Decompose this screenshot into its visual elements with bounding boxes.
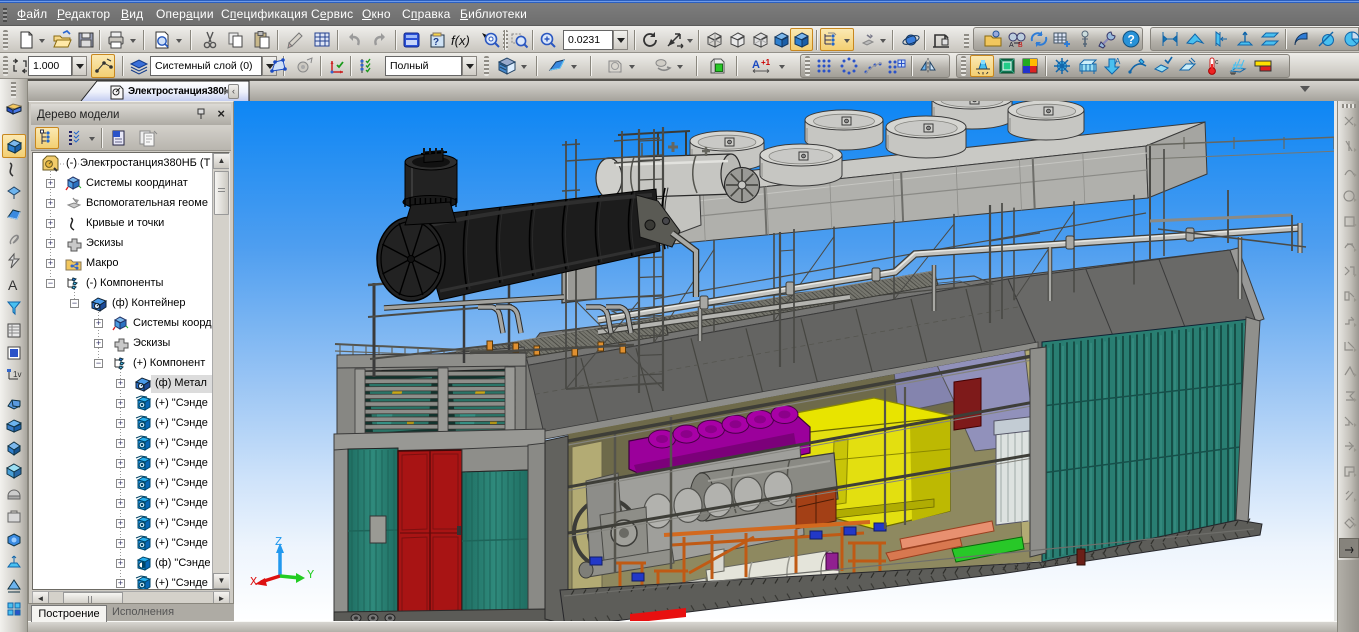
svg-text:1v: 1v bbox=[13, 370, 21, 379]
svg-text:X: X bbox=[250, 575, 257, 589]
svg-text:?: ? bbox=[433, 37, 439, 48]
svg-text:A: A bbox=[752, 59, 760, 71]
svg-text:c: c bbox=[1215, 59, 1219, 66]
svg-text:+1: +1 bbox=[761, 58, 771, 67]
svg-text:f(x): f(x) bbox=[451, 33, 470, 48]
svg-text:Y: Y bbox=[307, 568, 314, 582]
svg-text:A: A bbox=[1009, 42, 1014, 49]
svg-text:A: A bbox=[1115, 57, 1121, 66]
svg-text:A: A bbox=[8, 277, 18, 293]
svg-text:?: ? bbox=[1128, 33, 1135, 47]
svg-text:Z: Z bbox=[275, 535, 282, 549]
